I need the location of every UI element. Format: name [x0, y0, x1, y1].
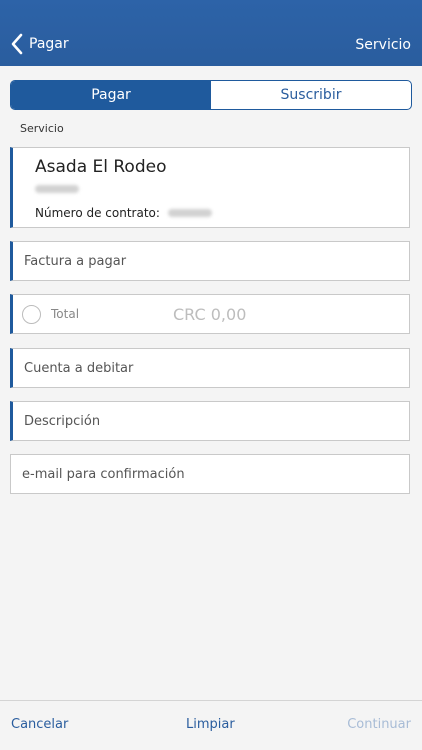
total-amount: CRC 0,00: [173, 305, 247, 324]
chevron-left-icon: [11, 33, 23, 55]
cuenta-placeholder: Cuenta a debitar: [24, 360, 134, 376]
service-card[interactable]: Asada El Rodeo Número de contrato:: [10, 147, 410, 228]
segmented-control: Pagar Suscribir: [10, 80, 412, 110]
total-label: Total: [51, 307, 80, 321]
back-button[interactable]: Pagar: [10, 33, 69, 55]
footer-toolbar: Cancelar Limpiar Continuar: [0, 700, 422, 750]
tab-pagar[interactable]: Pagar: [11, 81, 211, 109]
section-label: Servicio: [20, 122, 64, 135]
clear-button[interactable]: Limpiar: [186, 717, 235, 732]
continue-button[interactable]: Continuar: [347, 717, 411, 732]
tab-suscribir[interactable]: Suscribir: [211, 81, 411, 109]
factura-placeholder: Factura a pagar: [24, 253, 127, 269]
service-name: Asada El Rodeo: [35, 157, 167, 177]
factura-field[interactable]: Factura a pagar: [10, 241, 410, 281]
header-title: Servicio: [355, 37, 411, 53]
back-label: Pagar: [29, 36, 69, 52]
cancel-button[interactable]: Cancelar: [11, 717, 68, 732]
contract-row: Número de contrato:: [35, 206, 212, 220]
redacted-contract-number: [167, 209, 212, 217]
cuenta-field[interactable]: Cuenta a debitar: [10, 348, 410, 388]
app-header: Pagar Servicio: [0, 0, 422, 66]
descripcion-placeholder: Descripción: [24, 413, 101, 429]
email-placeholder: e-mail para confirmación: [22, 466, 185, 482]
email-field[interactable]: e-mail para confirmación: [10, 454, 410, 494]
total-field: Total CRC 0,00: [10, 294, 410, 334]
redacted-service-code: [35, 185, 79, 193]
contract-label: Número de contrato:: [35, 206, 160, 220]
descripcion-field[interactable]: Descripción: [10, 401, 410, 441]
total-radio[interactable]: [22, 304, 41, 324]
